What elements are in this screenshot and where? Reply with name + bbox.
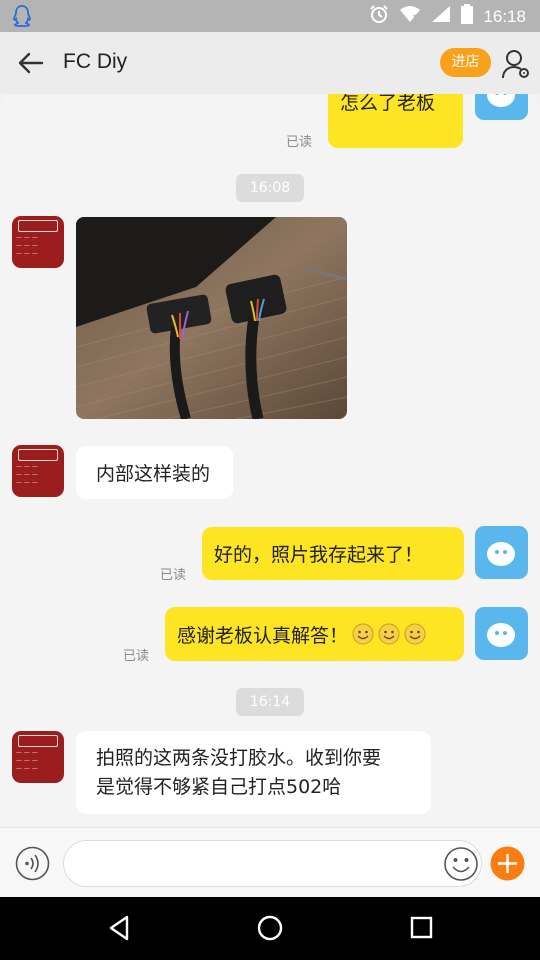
- my-avatar[interactable]: [475, 94, 528, 120]
- message-input[interactable]: [63, 840, 482, 887]
- nav-home-icon[interactable]: [255, 913, 285, 943]
- message-bubble-mine[interactable]: 好的，照片我存起来了！: [202, 527, 464, 580]
- smile-emoji-icon: [404, 623, 426, 645]
- emoji-picker-icon[interactable]: [443, 846, 479, 882]
- my-avatar[interactable]: [475, 526, 528, 579]
- message-bubble-theirs[interactable]: 拍照的这两条没打胶水。收到你要 是觉得不够紧自己打点502哈: [76, 731, 431, 814]
- battery-icon: [461, 4, 474, 29]
- message-text-line: 是觉得不够紧自己打点502哈: [96, 775, 342, 798]
- read-receipt: 已读: [160, 568, 187, 583]
- smile-emoji-icon: [352, 623, 374, 645]
- system-nav-bar: [0, 897, 540, 960]
- timestamp: 16:08: [236, 174, 304, 202]
- add-attachment-icon[interactable]: [490, 846, 525, 881]
- status-time: 16:18: [483, 6, 526, 26]
- timestamp: 16:14: [236, 688, 304, 716]
- contact-avatar[interactable]: — — — — — — — — —: [12, 445, 64, 497]
- alarm-icon: [369, 4, 389, 29]
- message-text: 好的，照片我存起来了！: [214, 544, 424, 566]
- contact-avatar[interactable]: — — — — — — — — —: [12, 216, 64, 268]
- message-bubble-mine[interactable]: 感谢老板认真解答！: [165, 607, 464, 661]
- contact-avatar[interactable]: — — — — — — — — —: [12, 731, 64, 783]
- message-list[interactable]: 怎么了老板 已读 16:08 — — — — — — — — — — — — —…: [0, 94, 540, 827]
- smile-emoji-icon: [378, 623, 400, 645]
- nav-recents-icon[interactable]: [407, 913, 437, 943]
- input-bar: [0, 827, 540, 897]
- qq-icon: [10, 4, 34, 33]
- signal-icon: [431, 5, 451, 28]
- read-receipt: 已读: [286, 135, 313, 150]
- contact-settings-icon[interactable]: [501, 48, 531, 80]
- message-text-line: 拍照的这两条没打胶水。收到你要: [96, 746, 382, 769]
- read-receipt: 已读: [123, 649, 150, 664]
- message-bubble-mine[interactable]: 怎么了老板: [328, 94, 463, 148]
- message-bubble-theirs[interactable]: 内部这样装的: [76, 446, 233, 499]
- message-text: 怎么了老板: [340, 94, 436, 114]
- message-text: 感谢老板认真解答！: [177, 624, 349, 647]
- back-arrow-icon[interactable]: [16, 49, 46, 77]
- nav-back-icon[interactable]: [105, 913, 135, 943]
- my-avatar[interactable]: [475, 607, 528, 660]
- image-message[interactable]: [76, 217, 347, 419]
- chat-header: FC Diy 进店: [0, 32, 540, 94]
- wifi-icon: [399, 5, 421, 28]
- enter-shop-button[interactable]: 进店: [440, 48, 491, 77]
- chat-title: FC Diy: [63, 50, 128, 73]
- message-text: 内部这样装的: [96, 463, 211, 485]
- voice-input-icon[interactable]: [15, 846, 50, 881]
- status-bar: 16:18: [0, 0, 540, 32]
- chat-screen: 16:18 FC Diy 进店 怎么了老板 已读 16:08 — — — — — …: [0, 0, 540, 960]
